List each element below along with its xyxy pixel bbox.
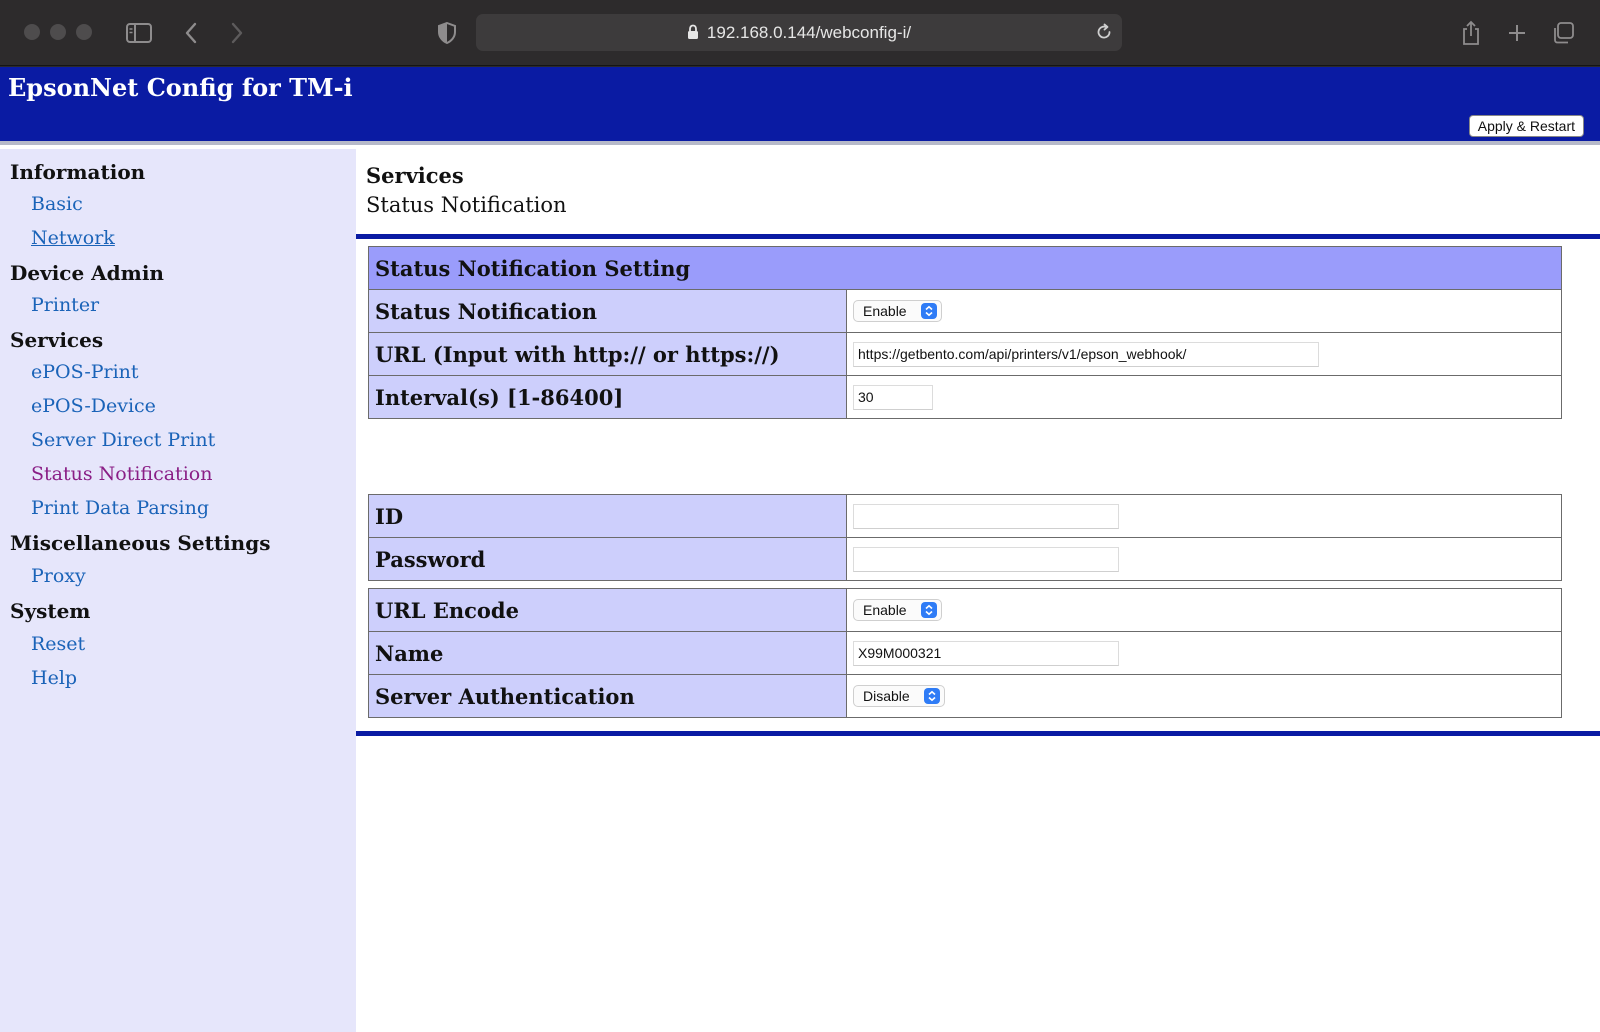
close-window-button[interactable] — [24, 24, 40, 40]
table-title: Status Notification Setting — [368, 246, 1562, 290]
forward-icon[interactable] — [222, 18, 252, 48]
address-bar[interactable]: 192.168.0.144/webconfig-i/ — [476, 14, 1122, 51]
password-label: Password — [368, 537, 847, 581]
interval-input[interactable]: 30 — [853, 384, 933, 410]
id-label: ID — [368, 494, 847, 538]
url-text: 192.168.0.144/webconfig-i/ — [706, 23, 912, 42]
browser-toolbar: 192.168.0.144/webconfig-i/ — [0, 0, 1600, 66]
sidebar-toggle-icon[interactable] — [124, 18, 154, 48]
tab-overview-icon[interactable] — [1548, 18, 1578, 48]
nav-link-reset[interactable]: Reset — [31, 633, 85, 655]
table-row: Password — [368, 537, 1562, 581]
name-label: Name — [368, 631, 847, 675]
table-row: Name X99M000321 — [368, 631, 1562, 675]
nav-section-system: System — [10, 599, 91, 623]
table-row: Interval(s) [1-86400] 30 — [368, 375, 1562, 419]
web-page: EpsonNet Config for TM-i Apply & Restart… — [0, 67, 1600, 1032]
id-input[interactable] — [853, 503, 1119, 529]
nav-link-basic[interactable]: Basic — [31, 193, 83, 215]
url-encode-label: URL Encode — [368, 588, 847, 632]
bottom-divider — [356, 731, 1600, 736]
select-chevrons-icon — [923, 688, 940, 704]
table-row: Server Authentication Disable — [368, 674, 1562, 718]
nav-section-device-admin: Device Admin — [10, 261, 164, 285]
table-row: URL Encode Enable — [368, 588, 1562, 632]
nav-link-print-data-parsing[interactable]: Print Data Parsing — [31, 497, 209, 519]
url-label: URL (Input with http:// or https://) — [368, 332, 847, 376]
section-heading: Services — [366, 163, 464, 188]
status-notification-select[interactable]: Enable — [853, 300, 942, 322]
share-icon[interactable] — [1456, 18, 1486, 48]
url-input[interactable]: https://getbento.com/api/printers/v1/eps… — [853, 341, 1319, 367]
nav-link-proxy[interactable]: Proxy — [31, 565, 86, 587]
app-title: EpsonNet Config for TM-i — [8, 73, 353, 102]
back-icon[interactable] — [176, 18, 206, 48]
status-notification-table: Status Notification Setting Status Notif… — [368, 246, 1562, 419]
name-input[interactable]: X99M000321 — [853, 640, 1119, 666]
apply-restart-button[interactable]: Apply & Restart — [1468, 115, 1584, 137]
server-auth-select[interactable]: Disable — [853, 685, 945, 707]
nav-link-help[interactable]: Help — [31, 667, 77, 689]
select-chevrons-icon — [920, 602, 937, 618]
credentials-table: ID Password — [368, 494, 1562, 581]
nav-link-status-notification[interactable]: Status Notification — [31, 463, 212, 485]
nav-link-printer[interactable]: Printer — [31, 294, 99, 316]
lock-icon — [687, 16, 699, 53]
select-chevrons-icon — [920, 303, 937, 319]
minimize-window-button[interactable] — [50, 24, 66, 40]
top-divider — [356, 234, 1600, 239]
reload-icon[interactable] — [1094, 22, 1114, 42]
header-banner: EpsonNet Config for TM-i Apply & Restart — [0, 67, 1600, 145]
interval-label: Interval(s) [1-86400] — [368, 375, 847, 419]
table-row: URL (Input with http:// or https://) htt… — [368, 332, 1562, 376]
privacy-shield-icon[interactable] — [432, 18, 462, 48]
nav-section-services: Services — [10, 328, 104, 352]
table-row: ID — [368, 494, 1562, 538]
nav-link-epos-print[interactable]: ePOS-Print — [31, 361, 139, 383]
zoom-window-button[interactable] — [76, 24, 92, 40]
server-auth-label: Server Authentication — [368, 674, 847, 718]
nav-section-misc-settings: Miscellaneous Settings — [10, 531, 271, 555]
status-notification-label: Status Notification — [368, 289, 847, 333]
nav-link-network[interactable]: Network — [31, 227, 115, 249]
nav-section-information: Information — [10, 160, 146, 184]
options-table: URL Encode Enable Name X99M000321 Server… — [368, 588, 1562, 718]
password-input[interactable] — [853, 546, 1119, 572]
table-row: Status Notification Enable — [368, 289, 1562, 333]
nav-link-epos-device[interactable]: ePOS-Device — [31, 395, 156, 417]
page-title: Status Notification — [366, 193, 567, 217]
url-encode-select[interactable]: Enable — [853, 599, 942, 621]
main-content: Services Status Notification Status Noti… — [356, 149, 1600, 1032]
sidebar-nav: Information Basic Network Device Admin P… — [0, 149, 356, 1032]
new-tab-icon[interactable] — [1502, 18, 1532, 48]
nav-link-server-direct-print[interactable]: Server Direct Print — [31, 429, 215, 451]
